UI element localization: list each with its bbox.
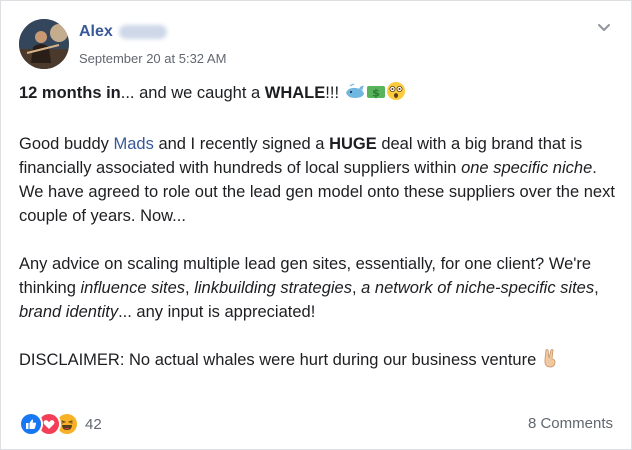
post-header: Alex September 20 at 5:32 AM — [19, 19, 613, 71]
like-icon — [19, 412, 43, 436]
paragraph-1: 12 months in... and we caught a WHALE!!!… — [19, 81, 615, 108]
paragraph-3: Any advice on scaling multiple lead gen … — [19, 252, 615, 324]
text: and I recently signed a — [153, 135, 330, 153]
bold-text: WHALE — [264, 84, 326, 102]
text: ... and we caught a — [120, 84, 265, 102]
paragraph-2: Good buddy Mads and I recently signed a … — [19, 132, 615, 228]
italic-text: a network of niche-specific sites — [361, 279, 595, 297]
text: , — [185, 279, 195, 297]
post-footer: 42 8 Comments — [19, 411, 613, 437]
italic-text: influence sites — [80, 279, 186, 297]
reaction-count[interactable]: 42 — [85, 416, 102, 433]
reactions-summary[interactable]: 42 — [19, 412, 102, 436]
text: DISCLAIMER: No actual whales were hurt d… — [19, 351, 541, 369]
svg-text:$: $ — [372, 87, 380, 100]
victory-hand-emoji — [541, 348, 559, 375]
italic-text: linkbuilding strategies — [194, 279, 352, 297]
avatar-photo — [19, 19, 69, 69]
post-timestamp[interactable]: September 20 at 5:32 AM — [79, 51, 226, 66]
mention-link[interactable]: Mads — [114, 135, 154, 153]
text: , — [594, 279, 599, 297]
bold-text: 12 months in — [19, 84, 121, 102]
text: !!! — [325, 84, 344, 102]
text: , — [351, 279, 362, 297]
redacted-surname — [118, 24, 167, 39]
chevron-down-icon[interactable] — [595, 19, 613, 37]
text: Good buddy — [19, 135, 114, 153]
whale-emoji — [344, 83, 366, 108]
post-card: Alex September 20 at 5:32 AM 12 months i… — [0, 0, 632, 450]
text: ... any input is appreciated! — [118, 303, 316, 321]
paragraph-4: DISCLAIMER: No actual whales were hurt d… — [19, 348, 615, 375]
bold-text: HUGE — [329, 135, 377, 153]
author-first-name[interactable]: Alex — [79, 23, 113, 40]
money-emoji: $ — [366, 83, 386, 108]
italic-text: brand identity — [19, 303, 119, 321]
comments-count-link[interactable]: 8 Comments — [528, 415, 613, 432]
post-body: 12 months in... and we caught a WHALE!!!… — [19, 81, 615, 375]
avatar[interactable] — [19, 19, 69, 69]
italic-text: one specific niche — [461, 159, 593, 177]
author-name[interactable]: Alex — [79, 23, 167, 41]
astonished-emoji — [386, 81, 406, 108]
